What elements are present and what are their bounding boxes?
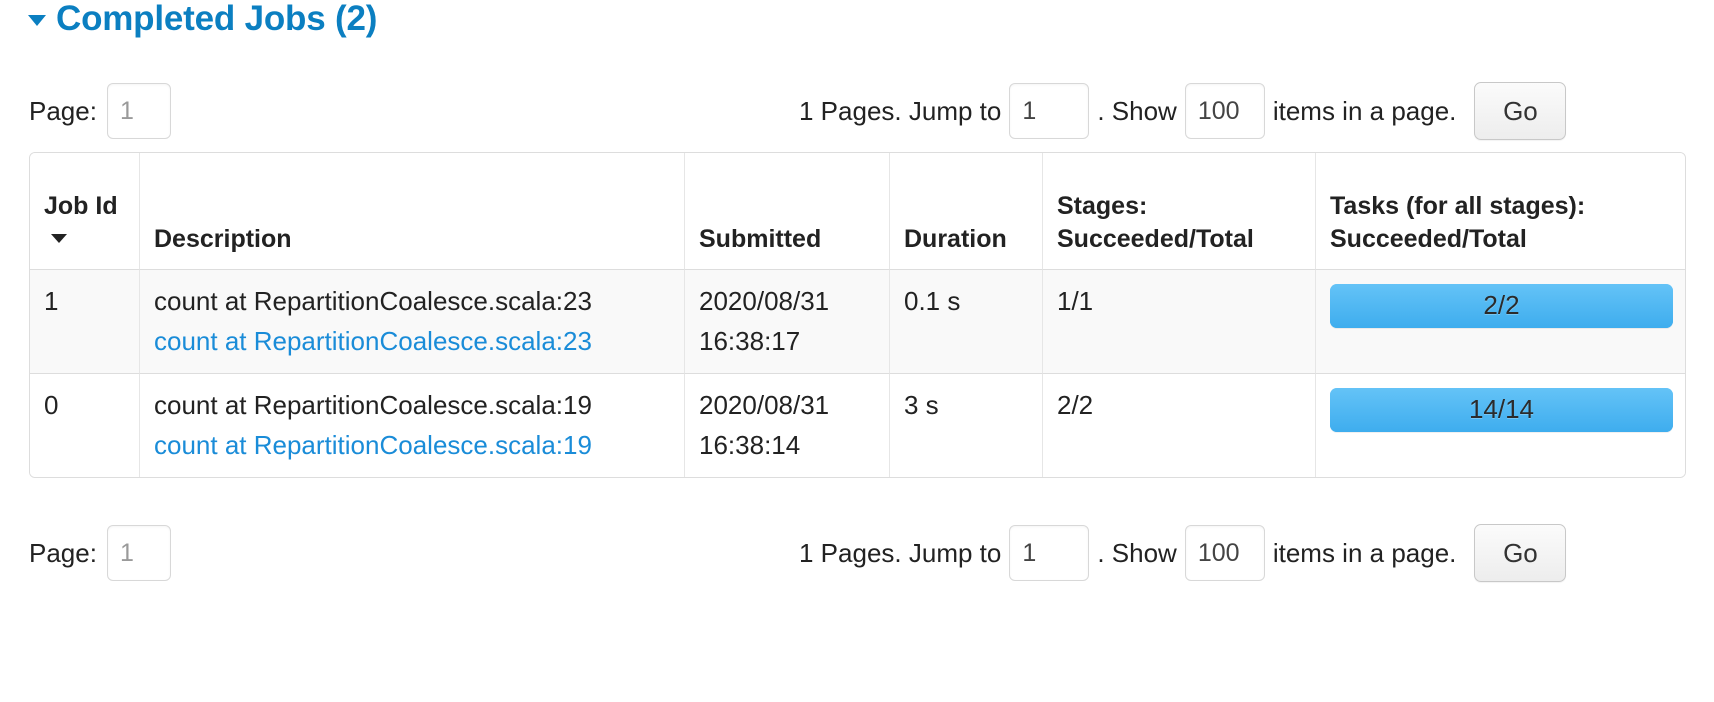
cell-stages: 1/1 xyxy=(1043,270,1316,375)
description-link[interactable]: count at RepartitionCoalesce.scala:19 xyxy=(154,426,672,466)
cell-duration: 0.1 s xyxy=(890,270,1043,375)
column-header-duration[interactable]: Duration xyxy=(890,153,1043,270)
tasks-progress-bar: 2/2 xyxy=(1330,284,1673,328)
jump-to-input-top[interactable]: 1 xyxy=(1009,83,1090,139)
column-header-tasks-line1: Tasks (for all stages): xyxy=(1330,192,1586,220)
caret-down-icon[interactable] xyxy=(51,233,67,243)
show-text-bottom: . Show xyxy=(1097,537,1177,568)
page-indicator-bottom: Page: 1 xyxy=(29,521,171,585)
tasks-progress-bar: 14/14 xyxy=(1330,388,1673,433)
cell-description: count at RepartitionCoalesce.scala:23 co… xyxy=(140,270,685,375)
completed-jobs-header[interactable]: Completed Jobs (2) xyxy=(28,1,377,36)
pagination-bottom: Page: 1 1 Pages. Jump to 1 . Show 100 it… xyxy=(0,521,1714,585)
completed-jobs-page: Completed Jobs (2) Page: 1 1 Pages. Jump… xyxy=(0,0,1714,702)
cell-job-id: 1 xyxy=(30,270,140,375)
page-number-box-bottom[interactable]: 1 xyxy=(106,525,171,581)
column-header-job-id[interactable]: Job Id xyxy=(30,153,140,270)
page-number-box-top[interactable]: 1 xyxy=(106,83,171,139)
items-per-page-input-bottom[interactable]: 100 xyxy=(1184,525,1265,581)
tasks-progress-label: 2/2 xyxy=(1483,290,1520,321)
page-title: Completed Jobs (2) xyxy=(56,0,378,38)
column-header-duration-label: Duration xyxy=(904,224,1007,253)
show-text-top: . Show xyxy=(1097,95,1177,126)
column-header-tasks-line2: Succeeded/Total xyxy=(1330,224,1527,253)
cell-stages: 2/2 xyxy=(1043,374,1316,478)
tasks-progress-label: 14/14 xyxy=(1468,394,1535,425)
submitted-date: 2020/08/31 xyxy=(699,390,830,421)
table-row: 1 count at RepartitionCoalesce.scala:23 … xyxy=(30,270,1685,375)
description-text: count at RepartitionCoalesce.scala:19 xyxy=(154,390,592,421)
submitted-time: 16:38:14 xyxy=(699,429,801,460)
cell-job-id: 0 xyxy=(30,374,140,478)
cell-submitted: 2020/08/31 16:38:14 xyxy=(685,374,890,478)
go-button-top[interactable]: Go xyxy=(1474,82,1567,140)
completed-jobs-table-wrapper: Job Id Description Submitted Duration St… xyxy=(29,152,1686,479)
description-link[interactable]: count at RepartitionCoalesce.scala:23 xyxy=(154,322,672,362)
pagination-top: Page: 1 1 Pages. Jump to 1 . Show 100 it… xyxy=(0,79,1714,143)
page-indicator-top: Page: 1 xyxy=(29,79,171,143)
cell-tasks: 14/14 xyxy=(1316,374,1685,478)
page-label-bottom: Page: xyxy=(29,537,97,568)
description-text: count at RepartitionCoalesce.scala:23 xyxy=(154,286,592,316)
completed-jobs-table: Job Id Description Submitted Duration St… xyxy=(29,152,1686,479)
items-suffix-text-bottom: items in a page. xyxy=(1272,537,1457,568)
submitted-time: 16:38:17 xyxy=(699,325,801,356)
column-header-stages-line1: Stages: xyxy=(1057,192,1148,220)
cell-description: count at RepartitionCoalesce.scala:19 co… xyxy=(140,374,685,478)
page-controls-top: 1 Pages. Jump to 1 . Show 100 items in a… xyxy=(799,79,1567,143)
cell-tasks: 2/2 xyxy=(1316,270,1685,375)
column-header-description-label: Description xyxy=(154,224,292,253)
caret-down-icon[interactable] xyxy=(28,15,46,26)
submitted-date: 2020/08/31 xyxy=(699,286,830,316)
go-button-bottom[interactable]: Go xyxy=(1474,524,1567,582)
column-header-tasks[interactable]: Tasks (for all stages): Succeeded/Total xyxy=(1316,153,1685,270)
jump-to-input-bottom[interactable]: 1 xyxy=(1009,525,1090,581)
cell-duration: 3 s xyxy=(890,374,1043,478)
cell-submitted: 2020/08/31 16:38:17 xyxy=(685,270,890,375)
column-header-submitted-label: Submitted xyxy=(699,224,822,253)
column-header-stages-line2: Succeeded/Total xyxy=(1057,224,1254,253)
pages-jump-text-bottom: 1 Pages. Jump to xyxy=(799,537,1002,568)
page-label-top: Page: xyxy=(29,95,97,126)
table-row: 0 count at RepartitionCoalesce.scala:19 … xyxy=(30,374,1685,478)
page-controls-bottom: 1 Pages. Jump to 1 . Show 100 items in a… xyxy=(799,521,1567,585)
items-suffix-text-top: items in a page. xyxy=(1272,95,1457,126)
column-header-submitted[interactable]: Submitted xyxy=(685,153,890,270)
column-header-job-id-label: Job Id xyxy=(44,192,118,220)
pages-jump-text-top: 1 Pages. Jump to xyxy=(799,95,1002,126)
column-header-stages[interactable]: Stages: Succeeded/Total xyxy=(1043,153,1316,270)
table-header-row: Job Id Description Submitted Duration St… xyxy=(30,153,1685,270)
column-header-description[interactable]: Description xyxy=(140,153,685,270)
items-per-page-input-top[interactable]: 100 xyxy=(1184,83,1265,139)
